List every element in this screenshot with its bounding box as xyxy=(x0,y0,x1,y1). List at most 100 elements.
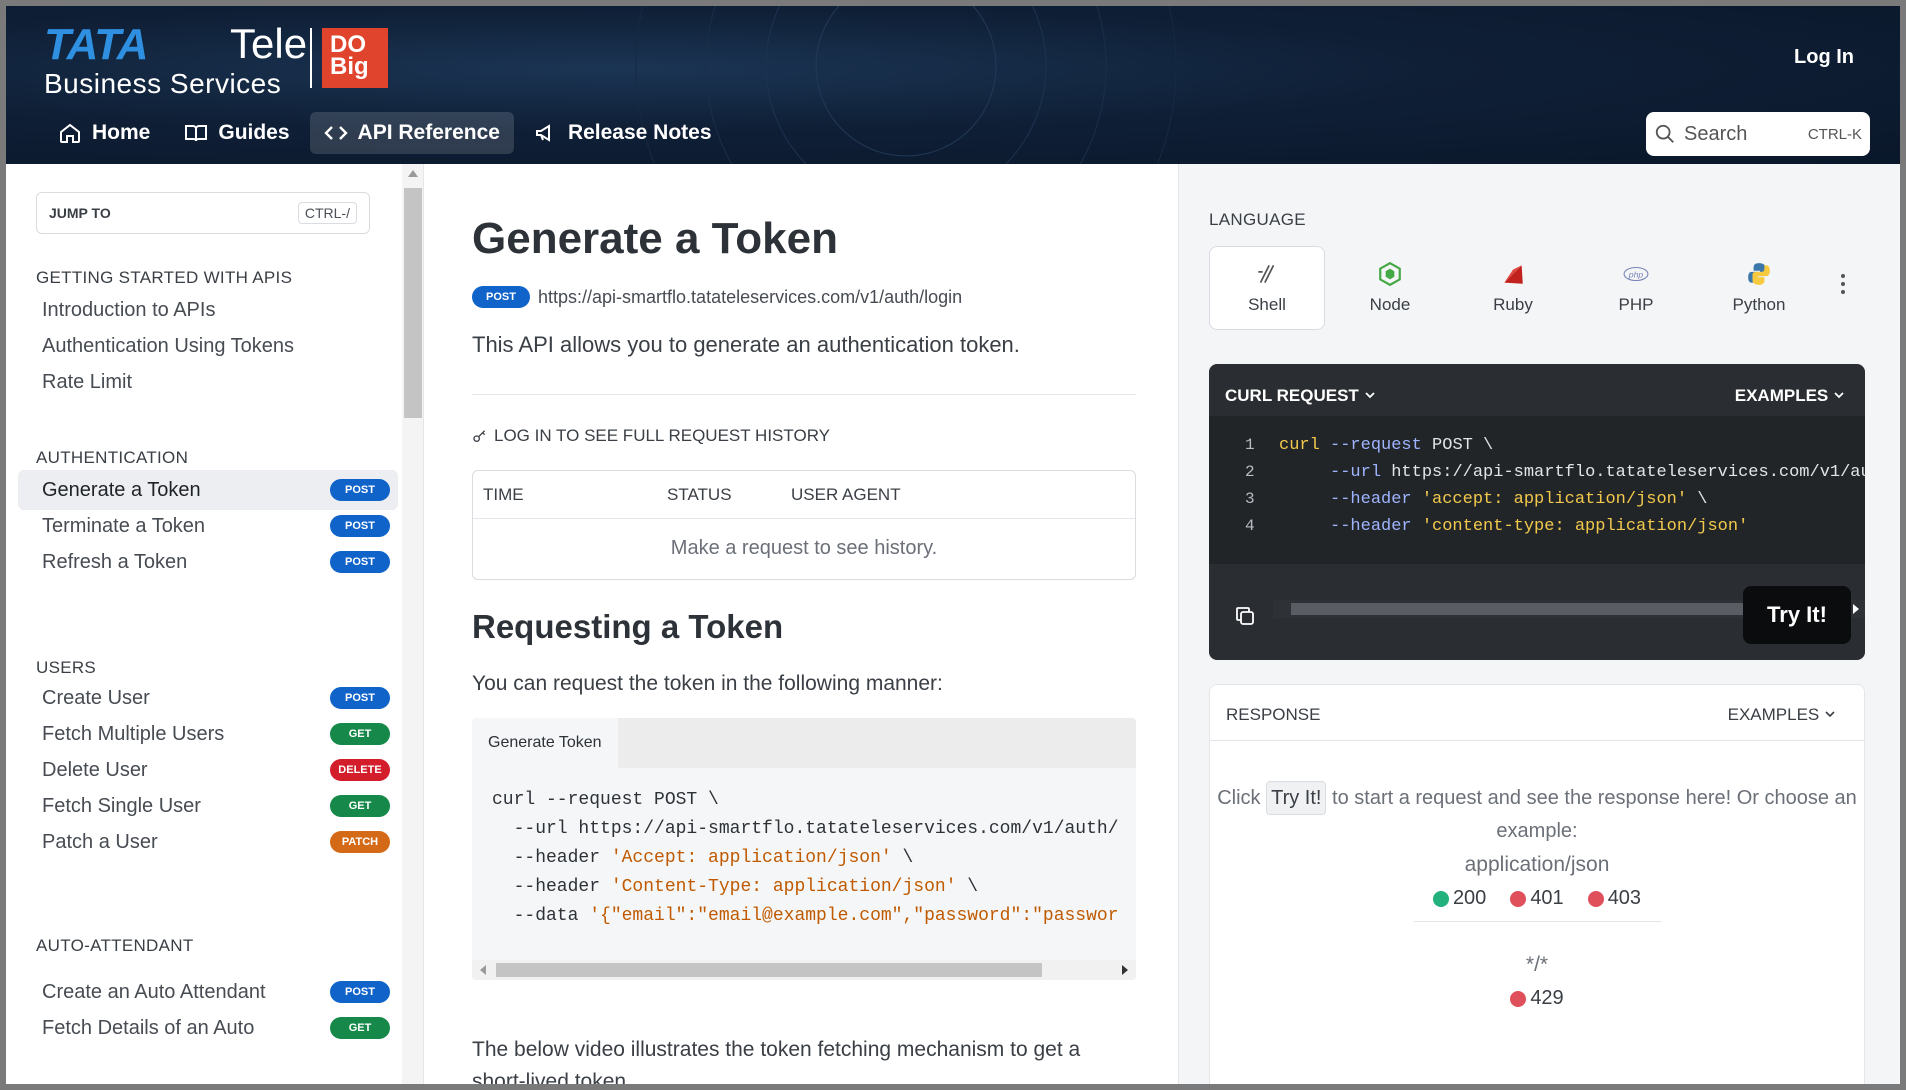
copy-icon[interactable] xyxy=(1233,604,1257,628)
logo-subtitle: Business Services xyxy=(44,68,282,99)
nav-release-notes-label: Release Notes xyxy=(567,121,712,144)
jump-to-shortcut: CTRL-/ xyxy=(297,202,357,224)
python-icon xyxy=(1748,263,1770,285)
nav-api-reference[interactable]: API Reference xyxy=(309,112,514,154)
method-badge: POST xyxy=(472,286,530,308)
response-box: RESPONSE EXAMPLES Click Try It! to start… xyxy=(1209,684,1865,1084)
json-response-codes: 200 401 403 xyxy=(1210,887,1864,910)
logo-tele: Tele xyxy=(230,20,308,67)
status-dot xyxy=(1432,890,1449,907)
response-code-429[interactable]: 429 xyxy=(1510,987,1564,1010)
sidebar-item-fetch-single-user[interactable]: Fetch Single User GET xyxy=(18,786,398,826)
scrollbar-thumb[interactable] xyxy=(404,188,422,418)
history-heading[interactable]: LOG IN TO SEE FULL REQUEST HISTORY xyxy=(472,426,830,446)
language-label: LANGUAGE xyxy=(1209,210,1306,229)
method-badge: POST xyxy=(330,551,390,573)
lang-shell[interactable]: Shell xyxy=(1209,246,1325,330)
response-message: Click Try It! to start a request and see… xyxy=(1210,781,1864,847)
try-it-inline: Try It! xyxy=(1266,781,1327,815)
shell-icon xyxy=(1258,264,1275,284)
endpoint-url: https://api-smartflo.tatateleservices.co… xyxy=(538,286,963,307)
node-icon xyxy=(1379,261,1401,287)
history-table: TIME STATUS USER AGENT Make a request to… xyxy=(472,470,1136,580)
logo-dobig: DO Big xyxy=(322,28,388,88)
sidebar-item-create-auto-attendant[interactable]: Create an Auto Attendant POST xyxy=(18,972,398,1012)
nav-release-notes[interactable]: Release Notes xyxy=(520,112,726,154)
more-languages-icon[interactable] xyxy=(1841,274,1849,298)
sidebar-item-generate-token[interactable]: Generate a Token POST xyxy=(18,470,398,510)
nav-guides[interactable]: Guides xyxy=(170,112,303,154)
language-picker: Shell Node Ruby php PHP Python xyxy=(1209,246,1824,330)
method-badge: GET xyxy=(330,1017,390,1039)
response-code-401[interactable]: 401 xyxy=(1510,887,1564,910)
login-link[interactable]: Log In xyxy=(1794,46,1854,69)
code-line: curl --request POST \ xyxy=(492,790,719,810)
lang-node[interactable]: Node xyxy=(1332,246,1448,330)
lang-label: Shell xyxy=(1248,295,1286,314)
response-code-403[interactable]: 403 xyxy=(1587,887,1641,910)
response-title: RESPONSE xyxy=(1226,705,1321,724)
nav-api-reference-label: API Reference xyxy=(357,121,500,144)
response-header: RESPONSE EXAMPLES xyxy=(1210,685,1864,741)
section-authentication: AUTHENTICATION xyxy=(36,448,189,467)
sidebar-item-delete-user[interactable]: Delete User DELETE xyxy=(18,750,398,790)
scrollbar-thumb[interactable] xyxy=(1291,603,1761,615)
section-title: Requesting a Token xyxy=(472,608,784,645)
search-placeholder: Search xyxy=(1684,122,1748,145)
try-it-button[interactable]: Try It! xyxy=(1743,586,1851,644)
status-dot xyxy=(1510,890,1527,907)
sidebar-item-rate-limit[interactable]: Rate Limit xyxy=(18,362,398,402)
code-horizontal-scrollbar[interactable] xyxy=(472,960,1136,980)
sidebar-item-fetch-auto-attendant[interactable]: Fetch Details of an Auto GET xyxy=(18,1008,398,1048)
sidebar-item-refresh-token[interactable]: Refresh a Token POST xyxy=(18,542,398,582)
nav-home[interactable]: Home xyxy=(44,112,164,154)
curl-title-dropdown[interactable]: CURL REQUEST xyxy=(1225,386,1376,406)
sidebar-scrollbar[interactable] xyxy=(402,164,423,1084)
try-it-panel: LANGUAGE Shell Node Ruby php PHP Python xyxy=(1178,164,1900,1084)
scroll-right-icon[interactable] xyxy=(1853,604,1859,614)
nav-home-label: Home xyxy=(92,121,151,144)
curl-examples-dropdown[interactable]: EXAMPLES xyxy=(1735,386,1845,406)
lang-php[interactable]: php PHP xyxy=(1578,246,1694,330)
code-line: --header 'content-type: application/json… xyxy=(1279,517,1749,536)
page-title: Generate a Token xyxy=(472,214,838,263)
response-examples-dropdown[interactable]: EXAMPLES xyxy=(1728,705,1836,725)
endpoint-description: This API allows you to generate an authe… xyxy=(472,332,1020,357)
jump-to-input[interactable]: JUMP TO CTRL-/ xyxy=(36,192,370,234)
scroll-left-icon[interactable] xyxy=(480,965,486,975)
top-header: TATA Tele Business Services DO Big Log I… xyxy=(6,6,1900,164)
sidebar-item-label: Terminate a Token xyxy=(42,514,206,537)
curl-code-area: 1 2 3 4 curl --request POST \ --url http… xyxy=(1209,416,1865,618)
code-line: --data '{"email":"email@example.com","pa… xyxy=(492,906,1119,926)
lang-python[interactable]: Python xyxy=(1701,246,1817,330)
method-badge: POST xyxy=(330,981,390,1003)
browser-frame: TATA Tele Business Services DO Big Log I… xyxy=(6,6,1900,1084)
history-empty-message: Make a request to see history. xyxy=(670,537,938,559)
sidebar-item-patch-user[interactable]: Patch a User PATCH xyxy=(18,822,398,862)
sidebar-item-fetch-multiple-users[interactable]: Fetch Multiple Users GET xyxy=(18,714,398,754)
divider xyxy=(1414,921,1662,922)
lang-label: Node xyxy=(1369,295,1411,314)
sidebar-item-terminate-token[interactable]: Terminate a Token POST xyxy=(18,506,398,546)
sidebar-item-label: Create User xyxy=(42,686,150,709)
lang-label: Ruby xyxy=(1493,295,1533,314)
method-badge: POST xyxy=(330,687,390,709)
response-code-200[interactable]: 200 xyxy=(1432,887,1486,910)
scroll-right-icon[interactable] xyxy=(1122,965,1128,975)
lang-label: PHP xyxy=(1618,295,1654,314)
scroll-up-icon[interactable] xyxy=(408,170,418,177)
code-line: --url https://api-smartflo.tatateleservi… xyxy=(492,819,1119,839)
sidebar-item-authentication-tokens[interactable]: Authentication Using Tokens xyxy=(18,326,398,366)
sidebar-item-create-user[interactable]: Create User POST xyxy=(18,678,398,718)
col-user-agent: USER AGENT xyxy=(791,485,901,504)
key-icon xyxy=(473,430,486,442)
lang-ruby[interactable]: Ruby xyxy=(1455,246,1571,330)
main-nav: Home Guides API Reference Release Notes xyxy=(44,112,726,154)
scrollbar-thumb[interactable] xyxy=(496,963,1042,977)
code-tab-generate-token[interactable]: Generate Token xyxy=(472,718,618,768)
sidebar-item-introduction[interactable]: Introduction to APIs xyxy=(18,290,398,330)
curl-header: CURL REQUEST EXAMPLES xyxy=(1209,364,1865,416)
search-shortcut: CTRL-K xyxy=(1807,125,1862,143)
search-box[interactable]: Search CTRL-K xyxy=(1646,112,1870,156)
search-icon xyxy=(1655,124,1674,143)
